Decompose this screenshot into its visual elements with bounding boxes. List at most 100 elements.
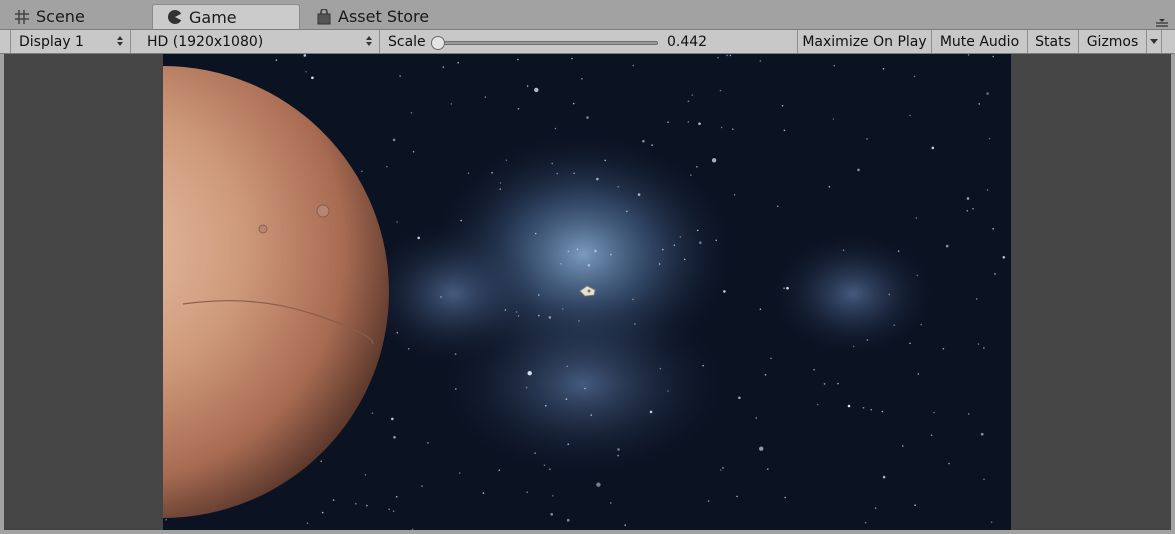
star xyxy=(983,347,985,349)
star xyxy=(534,87,539,93)
gizmos-button[interactable]: Gizmos xyxy=(1078,30,1146,53)
tab-strip: Scene Game Asset Store xyxy=(0,0,1175,29)
display-select[interactable]: Display 1 xyxy=(10,30,131,53)
star xyxy=(386,165,388,168)
star xyxy=(467,172,470,175)
star xyxy=(914,504,916,507)
star xyxy=(759,308,762,310)
star xyxy=(931,146,935,150)
game-viewport[interactable] xyxy=(4,54,1171,530)
star xyxy=(634,323,636,325)
star xyxy=(832,118,835,120)
tab-game[interactable]: Game xyxy=(152,4,300,29)
star xyxy=(837,382,839,385)
star xyxy=(978,103,980,105)
star xyxy=(966,210,968,212)
star xyxy=(498,469,501,472)
scale-slider-thumb[interactable] xyxy=(431,36,445,50)
star xyxy=(548,316,552,319)
star xyxy=(828,186,831,188)
tab-asset-store[interactable]: Asset Store xyxy=(316,4,429,29)
resolution-select-value: HD (1920x1080) xyxy=(147,33,264,50)
star xyxy=(410,112,413,114)
star xyxy=(499,188,502,190)
star xyxy=(596,482,601,487)
star xyxy=(594,249,597,253)
gizmos-dropdown-button[interactable] xyxy=(1146,30,1162,53)
star xyxy=(567,443,569,446)
star xyxy=(505,159,508,162)
star xyxy=(617,186,619,188)
game-render[interactable] xyxy=(163,54,1011,530)
star xyxy=(852,345,855,348)
star xyxy=(720,126,723,129)
star xyxy=(617,448,620,451)
tab-scene[interactable]: Scene xyxy=(14,4,85,29)
star xyxy=(862,407,865,409)
star xyxy=(770,357,772,360)
scale-label: Scale xyxy=(388,33,426,50)
star xyxy=(866,339,869,341)
star xyxy=(687,121,690,123)
star xyxy=(504,309,507,311)
star xyxy=(527,371,532,376)
star xyxy=(813,368,815,371)
star xyxy=(893,324,895,326)
star xyxy=(992,55,994,58)
star xyxy=(784,496,786,499)
star xyxy=(565,398,568,400)
star xyxy=(942,348,945,350)
star xyxy=(679,236,682,238)
updown-arrow-icon xyxy=(366,36,372,46)
tab-asset-store-label: Asset Store xyxy=(338,7,430,26)
star xyxy=(690,174,692,176)
star xyxy=(586,116,589,119)
star xyxy=(361,170,363,173)
chevron-down-icon xyxy=(1150,38,1158,44)
star xyxy=(659,367,662,370)
star xyxy=(610,253,612,256)
star xyxy=(450,103,453,105)
scale-slider-track[interactable] xyxy=(436,41,658,45)
star xyxy=(966,197,970,200)
star xyxy=(696,229,699,232)
panel-menu-icon[interactable] xyxy=(1155,14,1169,27)
star xyxy=(783,129,786,132)
stats-button[interactable]: Stats xyxy=(1027,30,1078,53)
star xyxy=(566,518,570,522)
star xyxy=(427,442,429,444)
star xyxy=(909,342,911,345)
star xyxy=(983,478,985,481)
star xyxy=(866,138,868,140)
grid-icon xyxy=(14,9,32,25)
star xyxy=(715,239,717,242)
star xyxy=(667,390,669,392)
star xyxy=(624,524,626,526)
mute-audio-button[interactable]: Mute Audio xyxy=(931,30,1027,53)
star xyxy=(332,499,335,501)
pacman-icon xyxy=(167,9,185,25)
star xyxy=(499,182,502,184)
star xyxy=(366,504,368,507)
star xyxy=(915,217,918,219)
star xyxy=(587,264,591,267)
star xyxy=(526,491,528,494)
planet-crater xyxy=(258,224,268,234)
star xyxy=(517,58,519,61)
resolution-select[interactable]: HD (1920x1080) xyxy=(139,30,380,53)
display-select-value: Display 1 xyxy=(19,33,84,50)
maximize-on-play-button[interactable]: Maximize On Play xyxy=(797,30,931,53)
star xyxy=(392,138,396,142)
star xyxy=(651,144,653,146)
star xyxy=(567,250,570,253)
star xyxy=(460,219,463,222)
star xyxy=(975,298,978,300)
star xyxy=(897,250,900,252)
star xyxy=(407,348,410,350)
scale-value: 0.442 xyxy=(667,33,708,50)
star xyxy=(864,521,867,524)
star xyxy=(755,417,757,419)
star xyxy=(699,241,702,244)
star xyxy=(687,100,690,103)
star xyxy=(626,210,628,213)
